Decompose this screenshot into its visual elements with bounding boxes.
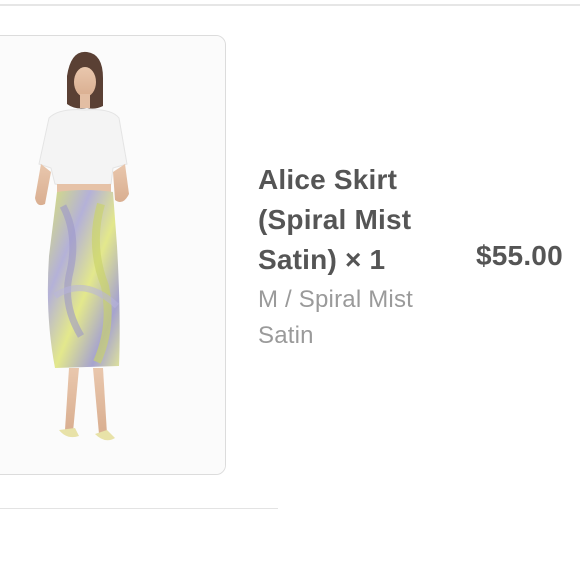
product-variant: M / Spiral Mist Satin bbox=[258, 282, 458, 354]
order-summary-line-item: Alice Skirt (Spiral Mist Satin) × 1 M / … bbox=[0, 0, 580, 580]
product-title-line: Alice Skirt bbox=[258, 164, 398, 195]
product-info: Alice Skirt (Spiral Mist Satin) × 1 M / … bbox=[258, 160, 458, 354]
product-title-line: (Spiral Mist bbox=[258, 204, 412, 235]
product-title: Alice Skirt (Spiral Mist Satin) × 1 bbox=[258, 160, 458, 280]
product-price: $55.00 bbox=[476, 240, 563, 271]
product-photo bbox=[0, 36, 225, 474]
product-title-line: Satin) × 1 bbox=[258, 244, 386, 275]
product-variant-line: Satin bbox=[258, 322, 314, 349]
product-variant-line: M / Spiral Mist bbox=[258, 286, 414, 313]
top-divider bbox=[0, 4, 580, 6]
bottom-divider bbox=[0, 508, 278, 509]
product-thumbnail bbox=[0, 35, 226, 475]
